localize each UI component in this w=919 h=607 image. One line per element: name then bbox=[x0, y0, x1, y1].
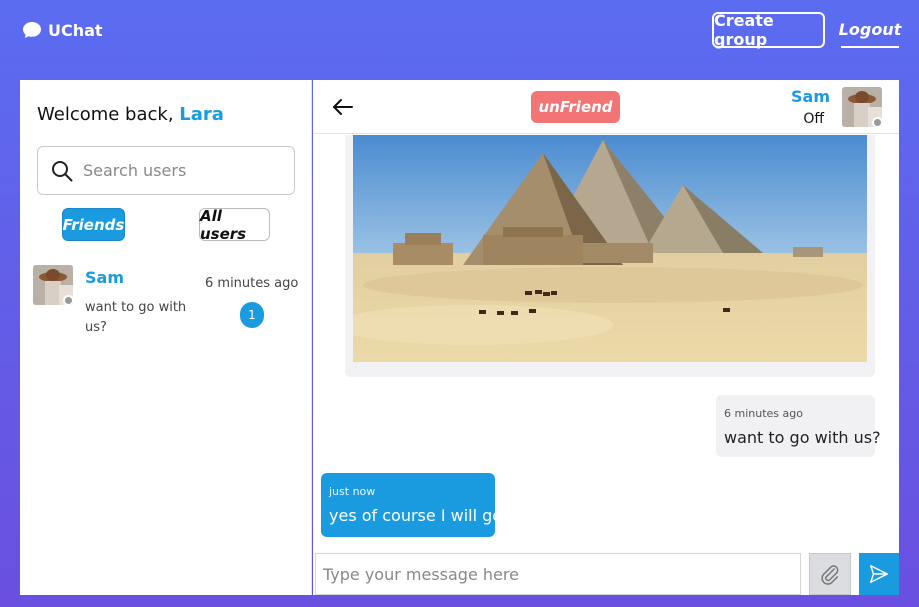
tab-friends[interactable]: Friends bbox=[62, 208, 125, 241]
unread-badge: 1 bbox=[240, 302, 264, 328]
brand[interactable]: UChat bbox=[22, 20, 103, 40]
tab-all-users[interactable]: All users bbox=[199, 207, 270, 243]
welcome-heading: Welcome back, Lara bbox=[37, 104, 224, 125]
contact-status: Off bbox=[803, 111, 824, 127]
back-arrow-icon[interactable] bbox=[331, 95, 355, 119]
search-input[interactable] bbox=[83, 161, 283, 180]
sidebar: Welcome back, Lara Friends All users Sam… bbox=[20, 80, 312, 595]
conversation-time: 6 minutes ago bbox=[205, 276, 299, 291]
search-box[interactable] bbox=[37, 146, 295, 195]
search-icon bbox=[52, 160, 73, 181]
current-user-name: Lara bbox=[179, 104, 224, 125]
message-input[interactable] bbox=[315, 553, 801, 595]
unfriend-button[interactable]: unFriend bbox=[531, 91, 620, 123]
send-icon bbox=[870, 565, 888, 583]
offline-status-dot bbox=[872, 117, 882, 127]
message-time: 6 minutes ago bbox=[724, 407, 803, 420]
outgoing-message: just now yes of course I will go bbox=[321, 473, 502, 537]
brand-name: UChat bbox=[48, 20, 103, 40]
offline-status-dot bbox=[63, 295, 73, 305]
chat-panel: unFriend Sam Off 6 minutes ago want to g… bbox=[313, 80, 899, 595]
logout-link[interactable]: Logout bbox=[839, 12, 901, 48]
conversation-name: Sam bbox=[85, 268, 124, 287]
message-text: yes of course I will go bbox=[329, 506, 503, 525]
message-composer bbox=[313, 553, 899, 595]
paperclip-icon bbox=[821, 565, 839, 585]
chat-bubble-icon bbox=[23, 22, 41, 38]
image-message bbox=[345, 135, 875, 377]
contact-name: Sam bbox=[791, 87, 830, 106]
chat-header: unFriend Sam Off bbox=[313, 80, 899, 134]
conversation-preview: want to go with us? bbox=[85, 300, 187, 335]
create-group-button[interactable]: Create group bbox=[712, 11, 825, 49]
message-text: want to go with us? bbox=[724, 428, 881, 447]
send-button[interactable] bbox=[859, 553, 899, 595]
conversation-item[interactable]: Sam 6 minutes ago want to go with us? 1 bbox=[32, 264, 302, 342]
incoming-message: 6 minutes ago want to go with us? bbox=[716, 395, 881, 457]
message-time: just now bbox=[329, 485, 376, 498]
avatar bbox=[33, 265, 73, 305]
contact-avatar[interactable] bbox=[842, 87, 882, 127]
pyramids-photo[interactable] bbox=[353, 135, 867, 362]
message-list[interactable]: 6 minutes ago want to go with us? just n… bbox=[313, 135, 899, 553]
welcome-prefix: Welcome back, bbox=[37, 104, 180, 125]
attach-button[interactable] bbox=[809, 553, 851, 595]
top-bar: UChat Create group Logout bbox=[0, 0, 919, 64]
